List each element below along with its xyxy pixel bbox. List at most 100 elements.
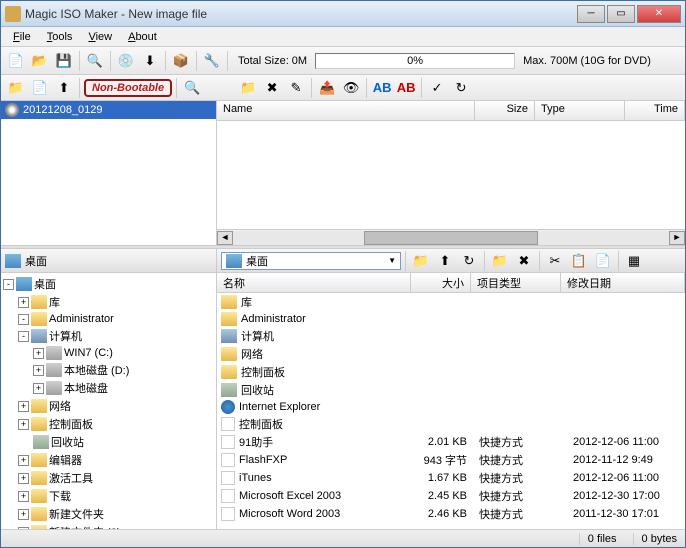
copy-button[interactable]: 📋	[568, 250, 590, 272]
expander[interactable]: +	[18, 297, 29, 308]
burn-button[interactable]: 💿	[115, 50, 137, 72]
col-size[interactable]: Size	[475, 101, 535, 120]
tree-node[interactable]: +本地磁盘	[3, 379, 214, 397]
file-row[interactable]: 回收站	[217, 381, 685, 399]
fcol-name[interactable]: 名称	[217, 273, 411, 292]
expander[interactable]: +	[18, 491, 29, 502]
expander[interactable]: -	[18, 331, 29, 342]
file-row[interactable]: 库	[217, 293, 685, 311]
path-combo[interactable]: 桌面 ▼	[221, 252, 401, 270]
menu-about[interactable]: About	[120, 29, 165, 45]
file-row[interactable]: Administrator	[217, 311, 685, 327]
col-type[interactable]: Type	[535, 101, 625, 120]
nav-refresh-button[interactable]: ↻	[458, 250, 480, 272]
extract-selected-button[interactable]: 📤	[316, 77, 338, 99]
add-file-button[interactable]: 📄	[29, 77, 51, 99]
rename-button[interactable]: ✎	[285, 77, 307, 99]
files-body[interactable]: 库Administrator计算机网络控制面板回收站Internet Explo…	[217, 293, 685, 529]
hscrollbar[interactable]: ◄ ►	[217, 229, 685, 245]
tree-node[interactable]: +激活工具	[3, 469, 214, 487]
tree-node[interactable]: +本地磁盘 (D:)	[3, 361, 214, 379]
minimize-button[interactable]: ─	[577, 5, 605, 23]
view-button[interactable]: 👁	[340, 77, 362, 99]
col-name[interactable]: Name	[217, 101, 475, 120]
expander[interactable]: +	[18, 509, 29, 520]
compress-button[interactable]: 📦	[170, 50, 192, 72]
expander[interactable]: +	[18, 527, 29, 530]
nav-back-button[interactable]: 📁	[410, 250, 432, 272]
tree-node[interactable]: +WIN7 (C:)	[3, 345, 214, 361]
fcol-size[interactable]: 大小	[411, 273, 471, 292]
menu-view[interactable]: View	[80, 29, 120, 45]
close-button[interactable]: ✕	[637, 5, 681, 23]
delete2-button[interactable]: ✖	[513, 250, 535, 272]
scroll-left-button[interactable]: ◄	[217, 231, 233, 245]
tree-node[interactable]: -Administrator	[3, 311, 214, 327]
expander[interactable]: -	[18, 314, 29, 325]
expander[interactable]: +	[18, 473, 29, 484]
file-row[interactable]: FlashFXP943 字节快捷方式2012-11-12 9:49	[217, 451, 685, 469]
maximize-button[interactable]: ▭	[607, 5, 635, 23]
open-button[interactable]: 📂	[29, 50, 51, 72]
file-row[interactable]: Microsoft Excel 20032.45 KB快捷方式2012-12-3…	[217, 487, 685, 505]
paste-button[interactable]: 📄	[592, 250, 614, 272]
tree-node[interactable]: +新建文件夹 (2)	[3, 523, 214, 529]
search-button[interactable]: 🔍	[181, 77, 203, 99]
tree-node[interactable]: -桌面	[3, 275, 214, 293]
file-row[interactable]: Microsoft Word 20032.46 KB快捷方式2011-12-30…	[217, 505, 685, 523]
file-row[interactable]: 计算机	[217, 327, 685, 345]
desktop-icon	[16, 277, 32, 291]
file-row[interactable]: 控制面板	[217, 363, 685, 381]
file-row[interactable]: 控制面板	[217, 415, 685, 433]
menu-tools[interactable]: Tools	[39, 29, 81, 45]
scroll-thumb[interactable]	[364, 231, 538, 245]
bootable-badge[interactable]: Non-Bootable	[84, 79, 172, 97]
fcol-date[interactable]: 修改日期	[561, 273, 685, 292]
mount-button[interactable]: 🔧	[201, 50, 223, 72]
tree-node[interactable]: +网络	[3, 397, 214, 415]
delete-button[interactable]: ✖	[261, 77, 283, 99]
new-button[interactable]: 📄	[5, 50, 27, 72]
add-folder-button[interactable]: 📁	[5, 77, 27, 99]
new-folder-button[interactable]: 📁	[237, 77, 259, 99]
scroll-right-button[interactable]: ►	[669, 231, 685, 245]
tree-node[interactable]: 回收站	[3, 433, 214, 451]
check-button[interactable]: ✓	[426, 77, 448, 99]
file-name: 控制面板	[241, 364, 285, 380]
expander[interactable]: +	[33, 383, 44, 394]
new-folder2-button[interactable]: 📁	[489, 250, 511, 272]
nav-up-button[interactable]: ⬆	[434, 250, 456, 272]
save-button[interactable]: 💾	[53, 50, 75, 72]
menu-file[interactable]: File	[5, 29, 39, 45]
tree-node[interactable]: -计算机	[3, 327, 214, 345]
file-row[interactable]: 91助手2.01 KB快捷方式2012-12-06 11:00	[217, 433, 685, 451]
expander[interactable]: +	[33, 365, 44, 376]
tree-node[interactable]: +下载	[3, 487, 214, 505]
expander[interactable]: +	[18, 419, 29, 430]
label-button[interactable]: AB	[371, 77, 393, 99]
label2-button[interactable]: AB	[395, 77, 417, 99]
tree-node[interactable]: +编辑器	[3, 451, 214, 469]
col-time[interactable]: Time	[625, 101, 685, 120]
properties-button[interactable]: 🔍	[84, 50, 106, 72]
file-row[interactable]: iTunes1.67 KB快捷方式2012-12-06 11:00	[217, 469, 685, 487]
refresh-button[interactable]: ↻	[450, 77, 472, 99]
local-tree-body[interactable]: -桌面+库-Administrator-计算机+WIN7 (C:)+本地磁盘 (…	[1, 273, 216, 529]
expander[interactable]: -	[3, 279, 14, 290]
expander[interactable]: +	[18, 401, 29, 412]
views-button[interactable]: ▦	[623, 250, 645, 272]
extract-button[interactable]: ⬇	[139, 50, 161, 72]
iso-tree-root[interactable]: 20121208_0129	[1, 101, 216, 119]
file-row[interactable]: Internet Explorer	[217, 399, 685, 415]
tree-node[interactable]: +新建文件夹	[3, 505, 214, 523]
up-button[interactable]: ⬆	[53, 77, 75, 99]
fcol-type[interactable]: 项目类型	[471, 273, 561, 292]
expander[interactable]: +	[33, 348, 44, 359]
tree-node[interactable]: +库	[3, 293, 214, 311]
file-row[interactable]: 网络	[217, 345, 685, 363]
list-body[interactable]	[217, 121, 685, 229]
iso-tree[interactable]: 20121208_0129	[1, 101, 217, 245]
tree-node[interactable]: +控制面板	[3, 415, 214, 433]
expander[interactable]: +	[18, 455, 29, 466]
cut-button[interactable]: ✂	[544, 250, 566, 272]
